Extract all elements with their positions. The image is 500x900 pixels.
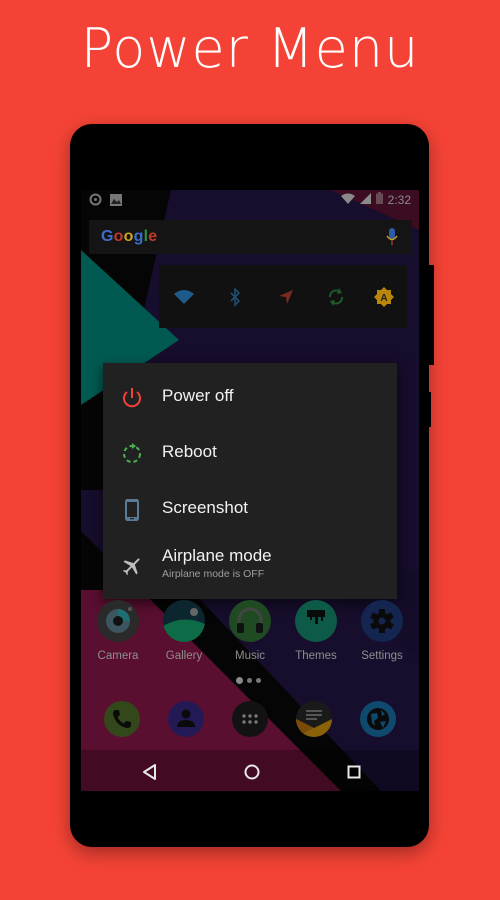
phone-volume-button	[428, 392, 431, 427]
page-dot-active[interactable]	[236, 677, 243, 684]
status-bar: 2:32	[81, 190, 419, 212]
page-dot[interactable]	[256, 678, 261, 683]
google-letter: g	[133, 228, 144, 245]
image-icon	[110, 193, 122, 211]
power-menu-dialog: Power off Reboot Screenshot Airplane mod…	[103, 363, 397, 599]
camera-icon	[97, 600, 139, 642]
google-letter: G	[101, 228, 114, 245]
location-icon[interactable]	[276, 287, 296, 307]
app-settings[interactable]: Settings	[352, 600, 412, 662]
google-letter: o	[113, 228, 124, 245]
page-indicator	[236, 677, 261, 684]
gear-icon	[361, 600, 403, 642]
quick-settings-widget: A	[159, 265, 407, 328]
google-search-bar[interactable]: Google	[89, 220, 412, 254]
signal-icon	[359, 192, 371, 207]
status-time: 2:32	[387, 192, 411, 207]
phone-screen: 2:32 Google A Power off Reboot Screensho…	[81, 190, 419, 791]
app-themes[interactable]: Themes	[286, 600, 346, 662]
power-icon	[120, 386, 144, 410]
screenshot-label: Screenshot	[162, 498, 248, 517]
auto-brightness-icon[interactable]: A	[374, 287, 394, 307]
airplane-mode-label: Airplane mode	[162, 546, 272, 565]
dock-app-drawer[interactable]	[232, 701, 268, 737]
phone-side-button	[428, 265, 434, 365]
app-label: Gallery	[165, 650, 203, 662]
themes-icon	[295, 600, 337, 642]
app-gallery[interactable]: Gallery	[154, 600, 214, 662]
app-music[interactable]: Music	[220, 600, 280, 662]
dock-contacts[interactable]	[168, 701, 204, 737]
dock-messages[interactable]	[296, 701, 332, 737]
screenshot-option[interactable]: Screenshot	[103, 482, 397, 538]
reboot-icon	[120, 442, 144, 466]
sync-icon[interactable]	[326, 287, 346, 307]
headline: Power Menu	[80, 17, 420, 80]
app-label: Settings	[361, 650, 403, 662]
dock-phone[interactable]	[104, 701, 140, 737]
reboot-label: Reboot	[162, 442, 217, 461]
google-letter: e	[148, 228, 158, 245]
bluetooth-icon[interactable]	[225, 287, 245, 307]
app-label: Music	[234, 650, 266, 662]
recents-icon[interactable]	[342, 760, 366, 784]
headphones-icon	[229, 600, 271, 642]
music-sync-icon	[89, 193, 102, 211]
svg-text:A: A	[380, 293, 387, 304]
google-logo: Google	[101, 228, 157, 246]
back-icon[interactable]	[138, 760, 162, 784]
page-dot[interactable]	[247, 678, 252, 683]
airplane-mode-status: Airplane mode is OFF	[162, 568, 265, 580]
power-off-label: Power off	[162, 386, 234, 405]
airplane-icon	[120, 554, 144, 578]
airplane-mode-option[interactable]: Airplane mode Airplane mode is OFF	[103, 538, 397, 594]
dock-browser[interactable]	[360, 701, 396, 737]
gallery-icon	[163, 600, 205, 642]
app-camera[interactable]: Camera	[88, 600, 148, 662]
home-icon[interactable]	[240, 760, 264, 784]
power-off-option[interactable]: Power off	[103, 370, 397, 426]
wifi-icon[interactable]	[174, 287, 194, 307]
reboot-option[interactable]: Reboot	[103, 426, 397, 482]
battery-icon	[375, 192, 383, 207]
app-label: Camera	[97, 650, 139, 662]
wifi-icon	[340, 193, 355, 207]
app-label: Themes	[295, 650, 337, 662]
mic-icon[interactable]	[386, 228, 398, 251]
google-letter: o	[123, 228, 134, 245]
phone-screenshot-icon	[120, 498, 144, 522]
